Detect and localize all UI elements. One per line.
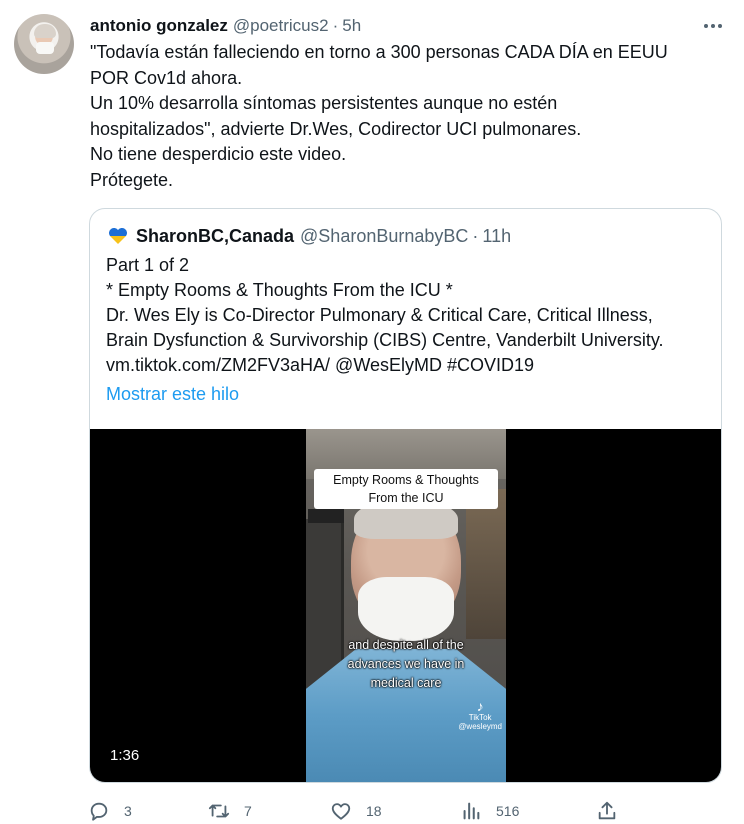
video-player[interactable]: Empty Rooms & Thoughts From the ICU and … (90, 429, 721, 782)
quote-text-line: vm.tiktok.com/ZM2FV3aHA/ @WesElyMD #COVI… (106, 355, 535, 375)
tiktok-watermark-user: @wesleymd (458, 722, 502, 731)
quote-text-line: Brain Dysfunction & Survivorship (CIBS) … (106, 330, 664, 350)
quoted-tweet[interactable]: SharonBC,Canada @SharonBurnabyBC · 11h P… (89, 208, 722, 783)
tweet-time[interactable]: 5h (342, 16, 361, 36)
tweet-text: "Todavía están falleciendo en torno a 30… (90, 40, 720, 193)
share-button[interactable] (596, 798, 632, 824)
quote-text: Part 1 of 2 * Empty Rooms & Thoughts Fro… (106, 253, 716, 378)
quote-text-line: Dr. Wes Ely is Co-Director Pulmonary & C… (106, 305, 653, 325)
video-subtitle-line: and despite all of the (348, 638, 464, 652)
tweet-text-line: Prótegete. (90, 169, 174, 190)
avatar-hair (34, 24, 56, 38)
quote-separator: · (472, 225, 479, 246)
tiktok-icon: ♪ (476, 698, 484, 714)
tiktok-watermark-label: TikTok (468, 713, 492, 722)
retweet-icon (208, 804, 230, 818)
author-avatar[interactable] (14, 14, 74, 74)
video-title-caption: Empty Rooms & Thoughts From the ICU (314, 469, 498, 509)
reply-icon (90, 802, 108, 821)
video-title-line: From the ICU (368, 491, 444, 505)
tweet-actions: 3 7 18 516 (88, 798, 728, 824)
tweet-text-line: Un 10% desarrolla síntomas persistentes … (90, 93, 558, 113)
views-icon (463, 802, 480, 820)
views-count: 516 (496, 803, 520, 819)
avatar-mask (36, 42, 54, 54)
like-button[interactable]: 18 (330, 798, 382, 824)
video-shelf (466, 489, 506, 639)
tweet-text-line: No tiene desperdicio este video. (90, 144, 347, 164)
more-icon[interactable] (700, 14, 726, 38)
tweet-text-line: "Todavía están falleciendo en torno a 30… (90, 42, 668, 62)
tweet-text-line: POR Cov1d ahora. (90, 67, 243, 88)
reply-button[interactable]: 3 (88, 798, 132, 824)
tweet-header: antonio gonzalez @poetricus2 · 5h (90, 14, 724, 38)
like-count: 18 (366, 803, 382, 819)
quote-text-line: * Empty Rooms & Thoughts From the ICU * (106, 280, 453, 300)
retweet-button[interactable]: 7 (208, 798, 252, 824)
quote-time[interactable]: 11h (482, 226, 511, 247)
quote-author-handle[interactable]: @SharonBurnabyBC (300, 226, 468, 247)
share-icon (598, 801, 616, 820)
like-icon (331, 803, 351, 820)
video-frame[interactable]: Empty Rooms & Thoughts From the ICU and … (306, 429, 506, 782)
header-separator: · (332, 16, 339, 35)
video-duration: 1:36 (110, 747, 140, 764)
video-person-mask (358, 577, 454, 641)
retweet-count: 7 (244, 803, 252, 819)
tiktok-watermark: ♪ TikTok @wesleymd (458, 699, 502, 731)
video-subtitle-line: advances we have in (347, 657, 465, 671)
video-title-line: Empty Rooms & Thoughts (333, 473, 479, 487)
quote-header: SharonBC,Canada @SharonBurnabyBC · 11h (108, 223, 511, 249)
quote-text-line: Part 1 of 2 (106, 255, 190, 275)
author-handle[interactable]: @poetricus2 (233, 16, 329, 36)
video-subtitle-line: medical care (370, 676, 442, 690)
quote-author-name[interactable]: SharonBC,Canada (136, 226, 294, 247)
show-thread-link[interactable]: Mostrar este hilo (106, 384, 239, 405)
tweet-text-line: hospitalizados", advierte Dr.Wes, Codire… (90, 118, 582, 139)
reply-count: 3 (124, 803, 132, 819)
views-button[interactable]: 516 (460, 798, 519, 824)
author-name[interactable]: antonio gonzalez (90, 16, 228, 36)
video-monitor (308, 509, 344, 523)
ukraine-heart-icon (108, 227, 128, 245)
